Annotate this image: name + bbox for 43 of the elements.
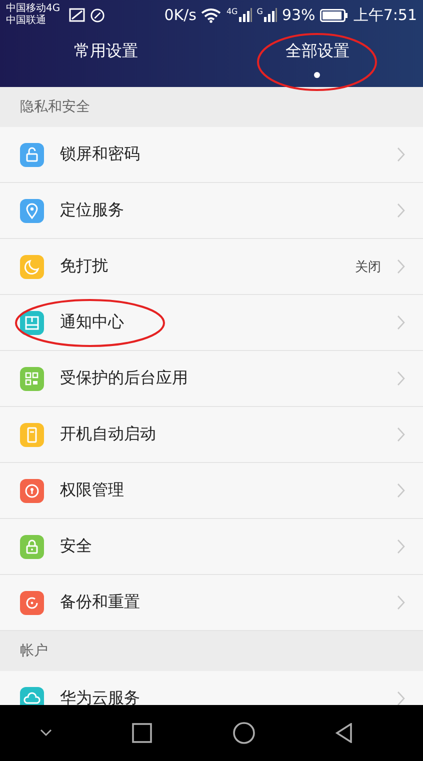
image-icon bbox=[69, 8, 86, 22]
signal-icon bbox=[238, 8, 252, 22]
gauge-icon bbox=[90, 8, 106, 22]
chevron-right-icon bbox=[397, 483, 405, 498]
setting-label: 权限管理 bbox=[60, 480, 125, 501]
setting-label: 免打扰 bbox=[60, 256, 109, 277]
chevron-right-icon bbox=[397, 371, 405, 386]
battery-percent: 93% bbox=[282, 6, 316, 24]
setting-label: 通知中心 bbox=[60, 312, 125, 333]
chevron-right-icon bbox=[397, 427, 405, 442]
network-type: G bbox=[256, 8, 263, 16]
signal-icon bbox=[262, 8, 277, 22]
carrier-name: 中国联通 bbox=[6, 15, 47, 27]
setting-label: 备份和重置 bbox=[60, 592, 141, 613]
section-header: 隐私和安全 bbox=[20, 98, 90, 116]
setting-label: 定位服务 bbox=[60, 200, 125, 221]
chevron-right-icon bbox=[397, 315, 405, 330]
chevron-right-icon bbox=[397, 691, 405, 705]
tab[interactable]: 常用设置 bbox=[0, 30, 212, 87]
network-speed: 0K/s bbox=[164, 6, 196, 24]
selected-indicator bbox=[314, 72, 320, 78]
setting-value: 关闭 bbox=[355, 258, 381, 276]
setting-label: 安全 bbox=[60, 536, 93, 557]
back-icon[interactable] bbox=[334, 723, 353, 743]
setting-label: 开机自动启动 bbox=[60, 424, 157, 445]
chevron-right-icon bbox=[397, 595, 405, 610]
home-icon[interactable] bbox=[232, 722, 255, 744]
tab[interactable]: 全部设置 bbox=[212, 30, 423, 87]
wifi-icon bbox=[201, 8, 222, 22]
setting-label: 华为云服务 bbox=[60, 688, 141, 705]
network-type: 4G bbox=[226, 8, 238, 16]
battery-icon bbox=[320, 8, 348, 22]
recent-apps-icon[interactable] bbox=[132, 723, 152, 743]
chevron-right-icon bbox=[397, 203, 405, 218]
chevron-down-icon[interactable] bbox=[40, 729, 52, 737]
chevron-right-icon bbox=[397, 147, 405, 162]
carrier-name: 中国移动4G bbox=[6, 3, 60, 14]
clock: 上午7:51 bbox=[353, 6, 417, 24]
section-header: 帐户 bbox=[20, 642, 48, 660]
setting-label: 受保护的后台应用 bbox=[60, 368, 189, 389]
chevron-right-icon bbox=[397, 259, 405, 274]
chevron-right-icon bbox=[397, 539, 405, 554]
setting-label: 锁屏和密码 bbox=[60, 144, 141, 165]
